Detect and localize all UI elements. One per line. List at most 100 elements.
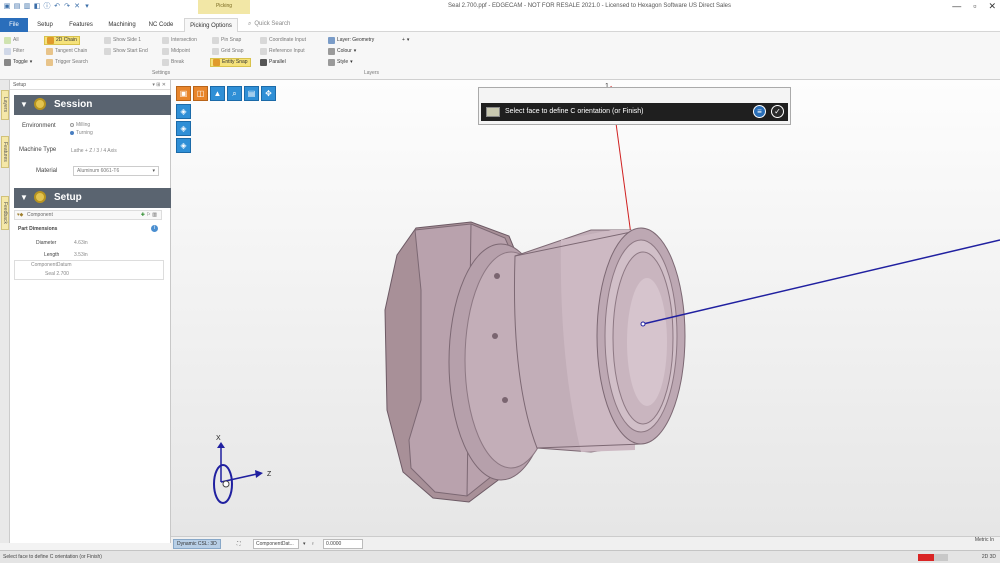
colour-select[interactable]: Colour ▾ (328, 47, 356, 56)
status-indicator (934, 554, 948, 561)
filter-icon (4, 48, 11, 55)
redo-icon[interactable]: ↷ (63, 3, 71, 11)
graphics-viewport[interactable]: 1 X Z ▣ ◫ ▲ ⌕ ▤ ✥ ◈ ◈ ◈ Select face to d… (171, 80, 1000, 536)
tree-item-seal[interactable]: Seal 2.700 (45, 271, 69, 277)
title-bar: ▣ ▤ ▥ ◧ ⓘ ↶ ↷ ✕ ▾ Seal 2.700.ppf - EDGEC… (0, 0, 1000, 14)
new-file-icon[interactable]: ▣ (3, 3, 11, 11)
tab-picking-options[interactable]: Picking Options (184, 18, 238, 32)
diameter-value[interactable]: 4.63in (74, 240, 88, 246)
options-button[interactable]: ≡ (753, 105, 766, 118)
style-select[interactable]: Style ▾ (328, 58, 353, 67)
component-datum-select[interactable]: ComponentDat... (253, 539, 299, 549)
tree-item-component-datum[interactable]: ComponentDatum (31, 262, 72, 268)
length-value[interactable]: 3.53in (74, 252, 88, 258)
view-tile-icon[interactable]: ◫ (193, 86, 208, 101)
radio-dot-icon (70, 123, 74, 127)
undo-icon[interactable]: ↶ (53, 3, 61, 11)
cube-view-icon[interactable]: ◈ (176, 138, 191, 153)
zoom-icon[interactable]: ▤ (244, 86, 259, 101)
chevron-down-icon[interactable]: ▾ (303, 539, 306, 549)
material-select[interactable]: Aluminum 6061-T6 ▾ (73, 166, 159, 176)
pin-snap-button[interactable]: Pin Snap (212, 36, 241, 45)
tab-feedback[interactable]: Feedback (1, 196, 9, 230)
c-axis-line (642, 239, 1000, 325)
part-model[interactable]: 1 X Z (171, 80, 1000, 536)
dropdown-chevron-icon[interactable]: ▾ (83, 3, 91, 11)
intersection-button[interactable]: Intersection (162, 36, 197, 45)
entity-snap-button[interactable]: Entity Snap (210, 58, 251, 67)
quick-search[interactable]: ⌕ Quick Search (248, 18, 408, 30)
tab-layers[interactable]: Layers (1, 90, 9, 120)
collapse-arrow-icon: ▼ (20, 100, 28, 109)
status-bar: Select face to define C orientation (or … (0, 550, 1000, 563)
start-end-icon (104, 48, 111, 55)
all-icon (4, 37, 11, 44)
machine-type-value[interactable]: Lathe + Z / 3 / 4 Axis (71, 148, 117, 154)
material-label: Material (36, 168, 58, 174)
layer-select[interactable]: Layer: Geometry (328, 36, 374, 45)
trigger-search-button[interactable]: Trigger Search (46, 58, 88, 67)
coordinate-input-button[interactable]: Coordinate Input (260, 36, 306, 45)
view-orient-icon[interactable]: ▣ (176, 86, 191, 101)
setup-section-header[interactable]: ▼ Setup (14, 188, 172, 208)
tangent-chain-button[interactable]: Tangent Chain (46, 47, 87, 56)
collapse-arrow-icon: ▼ (20, 193, 28, 202)
chevron-down-icon: ▾ (353, 48, 357, 54)
filter-button[interactable]: Filter (4, 47, 24, 56)
depth-value-input[interactable]: 0.0000 (323, 539, 363, 549)
tab-nc-code[interactable]: NC Code (144, 18, 178, 32)
tab-features-side[interactable]: Features (1, 136, 9, 168)
prompt-bar: Select face to define C orientation (or … (481, 103, 788, 121)
toggle-button[interactable]: Toggle ▾ (4, 58, 32, 67)
all-button[interactable]: All (4, 36, 19, 45)
tab-setup[interactable]: Setup (30, 18, 60, 32)
view-top-icon[interactable]: ▲ (210, 86, 225, 101)
midpoint-icon (162, 48, 169, 55)
add-icon[interactable]: ✚ ⚐ ▥ (141, 211, 157, 219)
prompt-icon (486, 107, 500, 117)
maximize-button[interactable]: ▫ (973, 1, 976, 12)
pin-icon[interactable]: ▾ ⊞ ✕ (152, 80, 166, 90)
component-row[interactable]: Component ▾◆ ✚ ⚐ ▥ (14, 210, 162, 220)
tab-features[interactable]: Features (62, 18, 100, 32)
break-button[interactable]: Break (162, 58, 184, 67)
tab-machining[interactable]: Machining (102, 18, 142, 32)
midpoint-button[interactable]: Midpoint (162, 47, 190, 56)
show-start-end-button[interactable]: Show Start End (104, 47, 148, 56)
component-tree: ComponentDatum Seal 2.700 (14, 260, 164, 280)
open-file-icon[interactable]: ▤ (13, 3, 21, 11)
chevron-down-icon: ▾ (29, 59, 33, 65)
colour-icon (328, 48, 335, 55)
viewport-bottom-bar: Dynamic CSL: 3D ⛶ ComponentDat... ▾ ♀ 0.… (171, 536, 1000, 550)
search-input[interactable]: Quick Search (254, 21, 290, 27)
info-icon[interactable]: i (151, 225, 158, 232)
parallel-button[interactable]: Parallel (260, 58, 286, 67)
view-tab[interactable]: Dynamic CSL: 3D (173, 539, 221, 549)
viewport-side-toolbar: ◈ ◈ ◈ (176, 104, 191, 153)
reference-input-button[interactable]: Reference Input (260, 47, 305, 56)
minimize-button[interactable]: — (952, 1, 961, 12)
session-section-header[interactable]: ▼ Session (14, 95, 172, 115)
cube-view-icon[interactable]: ◈ (176, 121, 191, 136)
lamp-icon: ♀ (311, 541, 315, 547)
show-side-button[interactable]: Show Side 1 (104, 36, 141, 45)
add-layer-button[interactable]: + ▾ (402, 36, 409, 45)
panel-title: Setup ▾ ⊞ ✕ (10, 80, 170, 90)
part-dimensions-label: Part Dimensions (18, 226, 58, 232)
cube-view-icon[interactable]: ◈ (176, 104, 191, 119)
delete-icon[interactable]: ✕ (73, 3, 81, 11)
gear-icon (34, 98, 46, 110)
2d-chain-button[interactable]: 2D Chain (44, 36, 80, 45)
save-icon[interactable]: ▥ (23, 3, 31, 11)
turning-radio[interactable]: Turning (70, 130, 93, 136)
tab-file[interactable]: File (0, 18, 28, 32)
milling-radio[interactable]: Milling (70, 122, 90, 128)
status-text: Select face to define C orientation (or … (3, 554, 102, 560)
finish-button[interactable]: ✓ (771, 105, 784, 118)
save-all-icon[interactable]: ◧ (33, 3, 41, 11)
grid-snap-button[interactable]: Grid Snap (212, 47, 244, 56)
close-button[interactable]: ✕ (988, 1, 996, 12)
view-fit-icon[interactable]: ✥ (261, 86, 276, 101)
info-icon[interactable]: ⓘ (43, 3, 51, 11)
view-up-icon[interactable]: ⌕ (227, 86, 242, 101)
